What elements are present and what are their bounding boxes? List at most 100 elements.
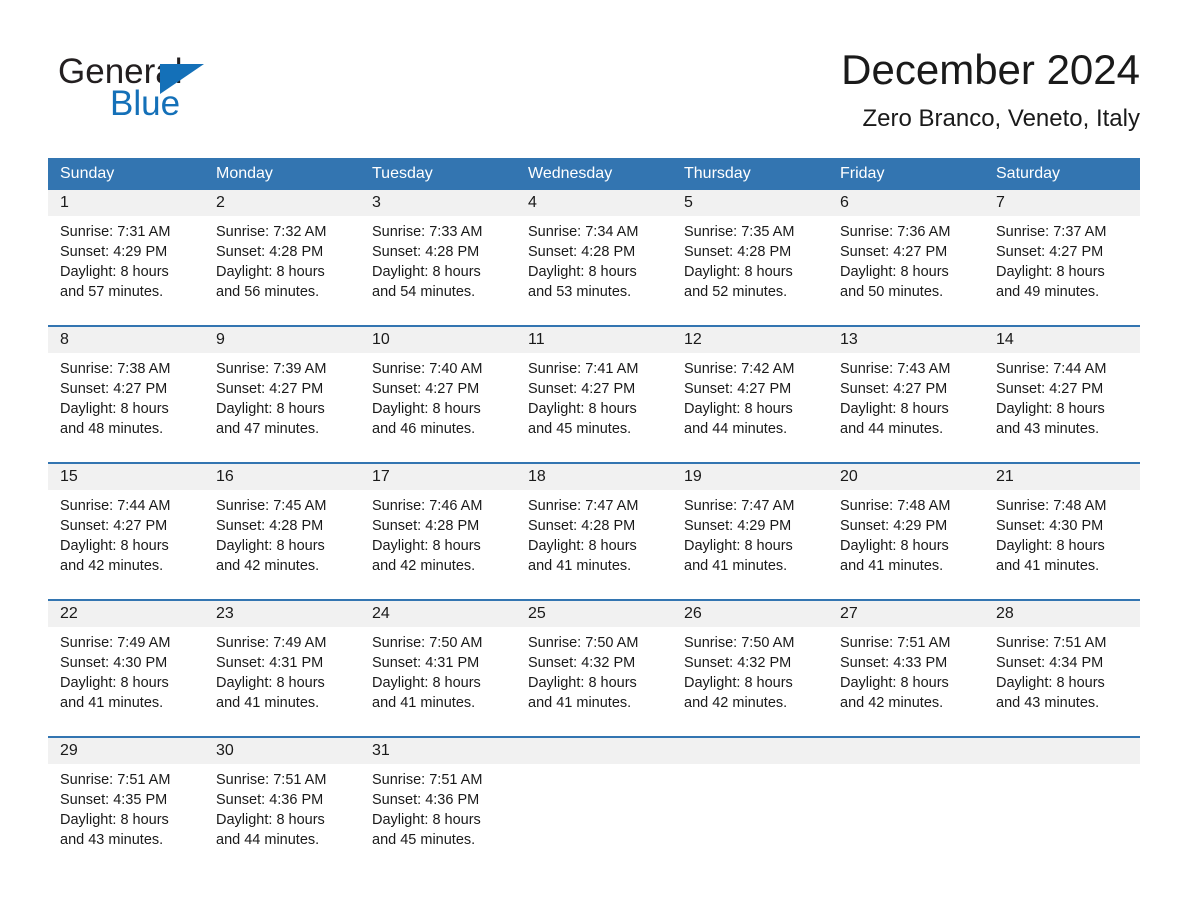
day-cell-29[interactable]: 29 Sunrise: 7:51 AM Sunset: 4:35 PM Dayligh… <box>48 738 204 856</box>
calendar-weeks: 1 Sunrise: 7:31 AM Sunset: 4:29 PM Daylight… <box>48 190 1140 856</box>
day-cell-8[interactable]: 8 Sunrise: 7:38 AM Sunset: 4:27 PM Daylight… <box>48 327 204 462</box>
day-detail-line: and 49 minutes. <box>996 284 1100 300</box>
day-cell-12[interactable]: 12 Sunrise: 7:42 AM Sunset: 4:27 PM Dayligh… <box>672 327 828 462</box>
day-cell-15[interactable]: 15 Sunrise: 7:44 AM Sunset: 4:27 PM Dayligh… <box>48 464 204 599</box>
day-number: 18 <box>528 468 546 485</box>
day-detail-line: Sunrise: 7:44 AM <box>996 361 1107 377</box>
page-title: December 2024 <box>841 46 1140 93</box>
calendar-week-row: 22 Sunrise: 7:49 AM Sunset: 4:30 PM Dayligh… <box>48 599 1140 736</box>
day-detail-line: and 43 minutes. <box>996 421 1100 437</box>
weekday-header-monday: Monday <box>216 165 273 182</box>
day-detail-line: Sunset: 4:27 PM <box>840 381 948 397</box>
day-detail-line: Sunrise: 7:34 AM <box>528 224 639 240</box>
day-detail-line: Daylight: 8 hours <box>372 401 481 417</box>
day-cell-7[interactable]: 7 Sunrise: 7:37 AM Sunset: 4:27 PM Daylight… <box>984 190 1140 325</box>
day-detail-line: Sunset: 4:28 PM <box>372 518 480 534</box>
day-number: 15 <box>60 468 78 485</box>
day-cell-24[interactable]: 24 Sunrise: 7:50 AM Sunset: 4:31 PM Dayligh… <box>360 601 516 736</box>
generalblue-logo[interactable]: General Blue <box>58 52 298 126</box>
day-detail-line: Sunset: 4:28 PM <box>528 244 636 260</box>
day-details: Sunrise: 7:50 AM Sunset: 4:32 PM Daylight:… <box>684 633 828 713</box>
day-cell-14[interactable]: 14 Sunrise: 7:44 AM Sunset: 4:27 PM Dayligh… <box>984 327 1140 462</box>
day-details: Sunrise: 7:47 AM Sunset: 4:28 PM Daylight:… <box>528 496 672 576</box>
day-detail-line: Sunset: 4:29 PM <box>840 518 948 534</box>
day-cell-21[interactable]: 21 Sunrise: 7:48 AM Sunset: 4:30 PM Dayligh… <box>984 464 1140 599</box>
day-detail-line: Daylight: 8 hours <box>216 812 325 828</box>
day-detail-line: and 50 minutes. <box>840 284 944 300</box>
day-details: Sunrise: 7:32 AM Sunset: 4:28 PM Daylight:… <box>216 222 360 302</box>
weekday-header-row: Sunday Monday Tuesday Wednesday Thursday Frid… <box>48 158 1140 190</box>
day-detail-line: and 44 minutes. <box>216 832 320 848</box>
day-details: Sunrise: 7:48 AM Sunset: 4:29 PM Daylight:… <box>840 496 984 576</box>
day-detail-line: and 42 minutes. <box>840 695 944 711</box>
day-detail-line: Daylight: 8 hours <box>684 538 793 554</box>
day-number: 25 <box>528 605 546 622</box>
day-cell-22[interactable]: 22 Sunrise: 7:49 AM Sunset: 4:30 PM Dayligh… <box>48 601 204 736</box>
day-detail-line: and 46 minutes. <box>372 421 476 437</box>
day-number: 17 <box>372 468 390 485</box>
day-detail-line: and 57 minutes. <box>60 284 164 300</box>
day-number: 11 <box>528 331 545 348</box>
day-detail-line: Sunrise: 7:32 AM <box>216 224 327 240</box>
day-cell-5[interactable]: 5 Sunrise: 7:35 AM Sunset: 4:28 PM Daylight… <box>672 190 828 325</box>
day-details: Sunrise: 7:43 AM Sunset: 4:27 PM Daylight:… <box>840 359 984 439</box>
day-detail-line: and 41 minutes. <box>684 558 788 574</box>
day-cell-11[interactable]: 11 Sunrise: 7:41 AM Sunset: 4:27 PM Dayligh… <box>516 327 672 462</box>
day-detail-line: Sunset: 4:27 PM <box>528 381 636 397</box>
calendar-week-row: 29 Sunrise: 7:51 AM Sunset: 4:35 PM Dayligh… <box>48 736 1140 856</box>
day-cell-empty <box>828 738 984 856</box>
day-detail-line: Sunrise: 7:36 AM <box>840 224 951 240</box>
day-cell-30[interactable]: 30 Sunrise: 7:51 AM Sunset: 4:36 PM Dayligh… <box>204 738 360 856</box>
day-details: Sunrise: 7:51 AM Sunset: 4:36 PM Daylight:… <box>372 770 516 850</box>
day-details: Sunrise: 7:50 AM Sunset: 4:32 PM Daylight:… <box>528 633 672 713</box>
day-details: Sunrise: 7:51 AM Sunset: 4:33 PM Daylight:… <box>840 633 984 713</box>
day-detail-line: Sunrise: 7:48 AM <box>996 498 1107 514</box>
day-cell-16[interactable]: 16 Sunrise: 7:45 AM Sunset: 4:28 PM Dayligh… <box>204 464 360 599</box>
day-cell-1[interactable]: 1 Sunrise: 7:31 AM Sunset: 4:29 PM Daylight… <box>48 190 204 325</box>
day-detail-line: Daylight: 8 hours <box>528 401 637 417</box>
day-number: 31 <box>372 742 390 759</box>
calendar-page: General Blue December 2024 Zero Branco, … <box>0 0 1188 918</box>
day-details: Sunrise: 7:33 AM Sunset: 4:28 PM Daylight:… <box>372 222 516 302</box>
day-detail-line: Sunrise: 7:35 AM <box>684 224 795 240</box>
day-detail-line: Daylight: 8 hours <box>840 401 949 417</box>
weekday-header-friday: Friday <box>840 165 885 182</box>
day-cell-4[interactable]: 4 Sunrise: 7:34 AM Sunset: 4:28 PM Daylight… <box>516 190 672 325</box>
day-cell-23[interactable]: 23 Sunrise: 7:49 AM Sunset: 4:31 PM Dayligh… <box>204 601 360 736</box>
day-cell-20[interactable]: 20 Sunrise: 7:48 AM Sunset: 4:29 PM Dayligh… <box>828 464 984 599</box>
day-detail-line: and 45 minutes. <box>372 832 476 848</box>
day-detail-line: Sunset: 4:35 PM <box>60 792 168 808</box>
day-cell-28[interactable]: 28 Sunrise: 7:51 AM Sunset: 4:34 PM Dayligh… <box>984 601 1140 736</box>
day-cell-25[interactable]: 25 Sunrise: 7:50 AM Sunset: 4:32 PM Dayligh… <box>516 601 672 736</box>
day-detail-line: Daylight: 8 hours <box>60 401 169 417</box>
day-cell-10[interactable]: 10 Sunrise: 7:40 AM Sunset: 4:27 PM Dayligh… <box>360 327 516 462</box>
day-cell-26[interactable]: 26 Sunrise: 7:50 AM Sunset: 4:32 PM Dayligh… <box>672 601 828 736</box>
day-cell-27[interactable]: 27 Sunrise: 7:51 AM Sunset: 4:33 PM Dayligh… <box>828 601 984 736</box>
day-cell-13[interactable]: 13 Sunrise: 7:43 AM Sunset: 4:27 PM Dayligh… <box>828 327 984 462</box>
day-cell-17[interactable]: 17 Sunrise: 7:46 AM Sunset: 4:28 PM Dayligh… <box>360 464 516 599</box>
weekday-header-tuesday: Tuesday <box>372 165 433 182</box>
day-number: 12 <box>684 331 702 348</box>
day-details: Sunrise: 7:49 AM Sunset: 4:30 PM Daylight:… <box>60 633 204 713</box>
day-cell-18[interactable]: 18 Sunrise: 7:47 AM Sunset: 4:28 PM Dayligh… <box>516 464 672 599</box>
day-number: 20 <box>840 468 858 485</box>
day-cell-9[interactable]: 9 Sunrise: 7:39 AM Sunset: 4:27 PM Daylight… <box>204 327 360 462</box>
day-cell-6[interactable]: 6 Sunrise: 7:36 AM Sunset: 4:27 PM Daylight… <box>828 190 984 325</box>
day-cell-19[interactable]: 19 Sunrise: 7:47 AM Sunset: 4:29 PM Dayligh… <box>672 464 828 599</box>
day-cell-2[interactable]: 2 Sunrise: 7:32 AM Sunset: 4:28 PM Daylight… <box>204 190 360 325</box>
day-number: 14 <box>996 331 1014 348</box>
day-details: Sunrise: 7:39 AM Sunset: 4:27 PM Daylight:… <box>216 359 360 439</box>
day-number: 6 <box>840 194 849 211</box>
day-detail-line: and 43 minutes. <box>996 695 1100 711</box>
day-detail-line: Daylight: 8 hours <box>372 264 481 280</box>
day-detail-line: and 44 minutes. <box>840 421 944 437</box>
day-cell-3[interactable]: 3 Sunrise: 7:33 AM Sunset: 4:28 PM Daylight… <box>360 190 516 325</box>
day-number: 3 <box>372 194 381 211</box>
logo-text-blue: Blue <box>110 84 181 123</box>
day-cell-empty <box>672 738 828 856</box>
day-detail-line: Sunrise: 7:37 AM <box>996 224 1107 240</box>
day-detail-line: Daylight: 8 hours <box>840 264 949 280</box>
day-detail-line: Sunrise: 7:46 AM <box>372 498 483 514</box>
day-cell-31[interactable]: 31 Sunrise: 7:51 AM Sunset: 4:36 PM Dayligh… <box>360 738 516 856</box>
day-detail-line: Sunset: 4:27 PM <box>60 381 168 397</box>
